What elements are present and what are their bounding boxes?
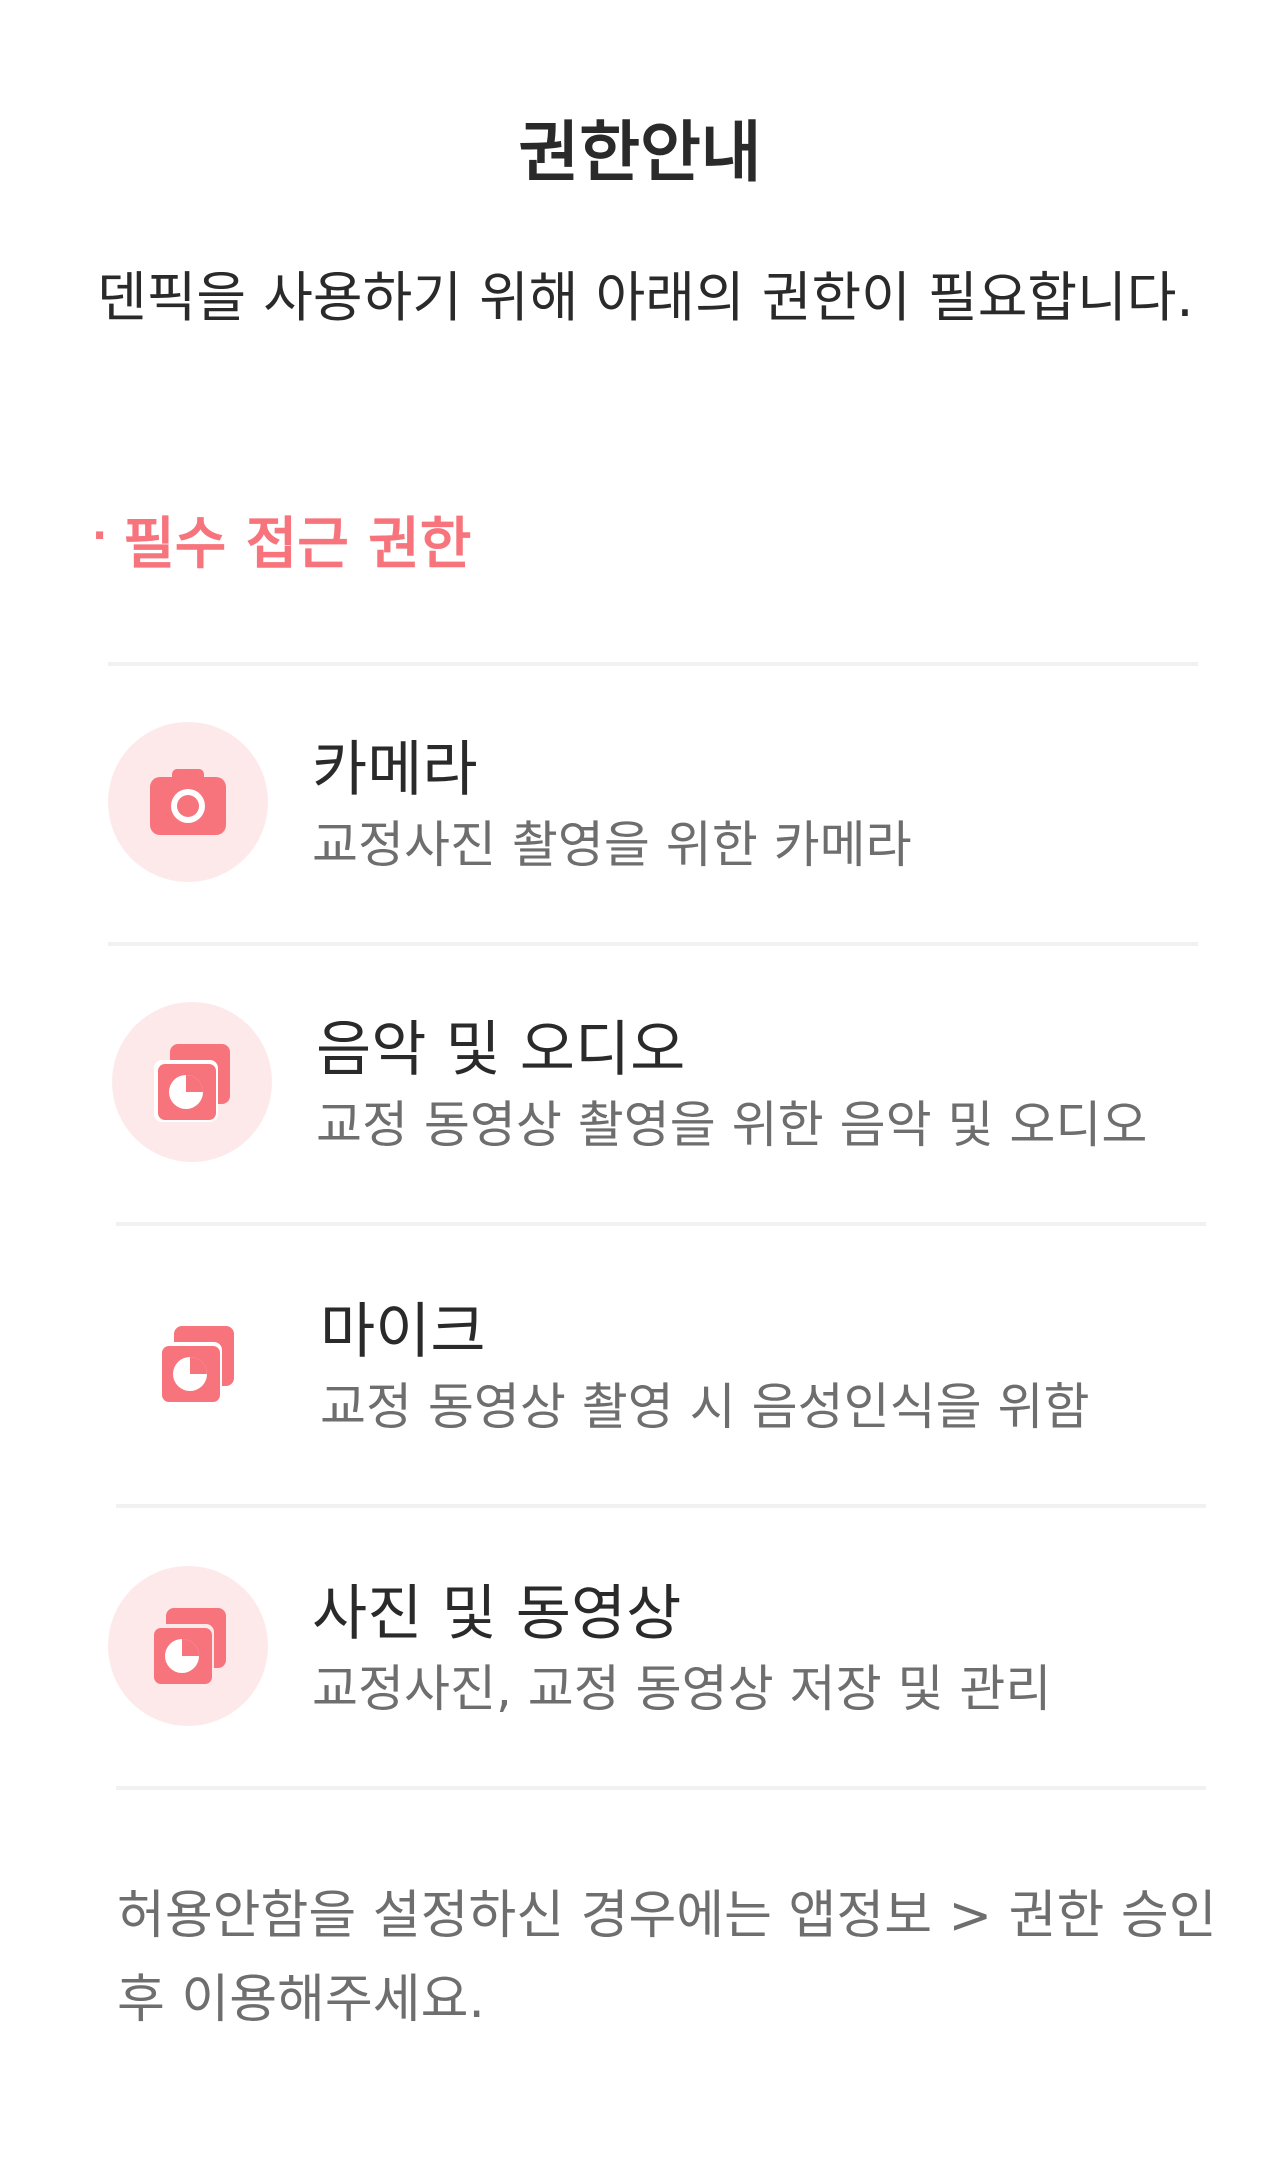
permission-subtitle: 교정사진 촬영을 위한 카메라 <box>312 816 912 874</box>
page-title: 권한안내 <box>518 114 762 191</box>
media-icon <box>108 1566 268 1726</box>
permission-subtitle: 교정 동영상 촬영 시 음성인식을 위함 <box>320 1378 1090 1436</box>
camera-icon <box>108 722 268 882</box>
permission-title: 카메라 <box>312 735 478 805</box>
required-permissions-heading: · 필수 접근 권한 <box>92 496 471 585</box>
permission-subtitle: 교정 동영상 촬영을 위한 음악 및 오디오 <box>316 1096 1148 1154</box>
divider <box>116 1504 1206 1508</box>
permission-title: 마이크 <box>320 1297 486 1367</box>
bullet-dot: · <box>92 513 108 559</box>
permission-subtitle: 교정사진, 교정 동영상 저장 및 관리 <box>312 1660 1052 1718</box>
footer-note: 허용안함을 설정하신 경우에는 앱정보 > 권한 승인 후 이용해주세요. <box>117 1886 1217 2030</box>
divider <box>116 1222 1206 1226</box>
permission-title: 음악 및 오디오 <box>316 1015 686 1085</box>
media-icon <box>116 1284 276 1444</box>
divider <box>108 662 1198 666</box>
permission-item-music-audio: 음악 및 오디오 교정 동영상 촬영을 위한 음악 및 오디오 <box>112 1002 1262 1202</box>
permission-item-microphone: 마이크 교정 동영상 촬영 시 음성인식을 위함 <box>116 1284 1266 1484</box>
section-label: 필수 접근 권한 <box>123 512 472 577</box>
permission-item-photos-videos: 사진 및 동영상 교정사진, 교정 동영상 저장 및 관리 <box>108 1566 1258 1766</box>
divider <box>116 1786 1206 1790</box>
intro-text: 덴픽을 사용하기 위해 아래의 권한이 필요합니다. <box>97 266 1194 329</box>
permission-item-camera: 카메라 교정사진 촬영을 위한 카메라 <box>108 722 1258 922</box>
permission-title: 사진 및 동영상 <box>312 1579 682 1649</box>
divider <box>108 942 1198 946</box>
media-icon <box>112 1002 272 1162</box>
